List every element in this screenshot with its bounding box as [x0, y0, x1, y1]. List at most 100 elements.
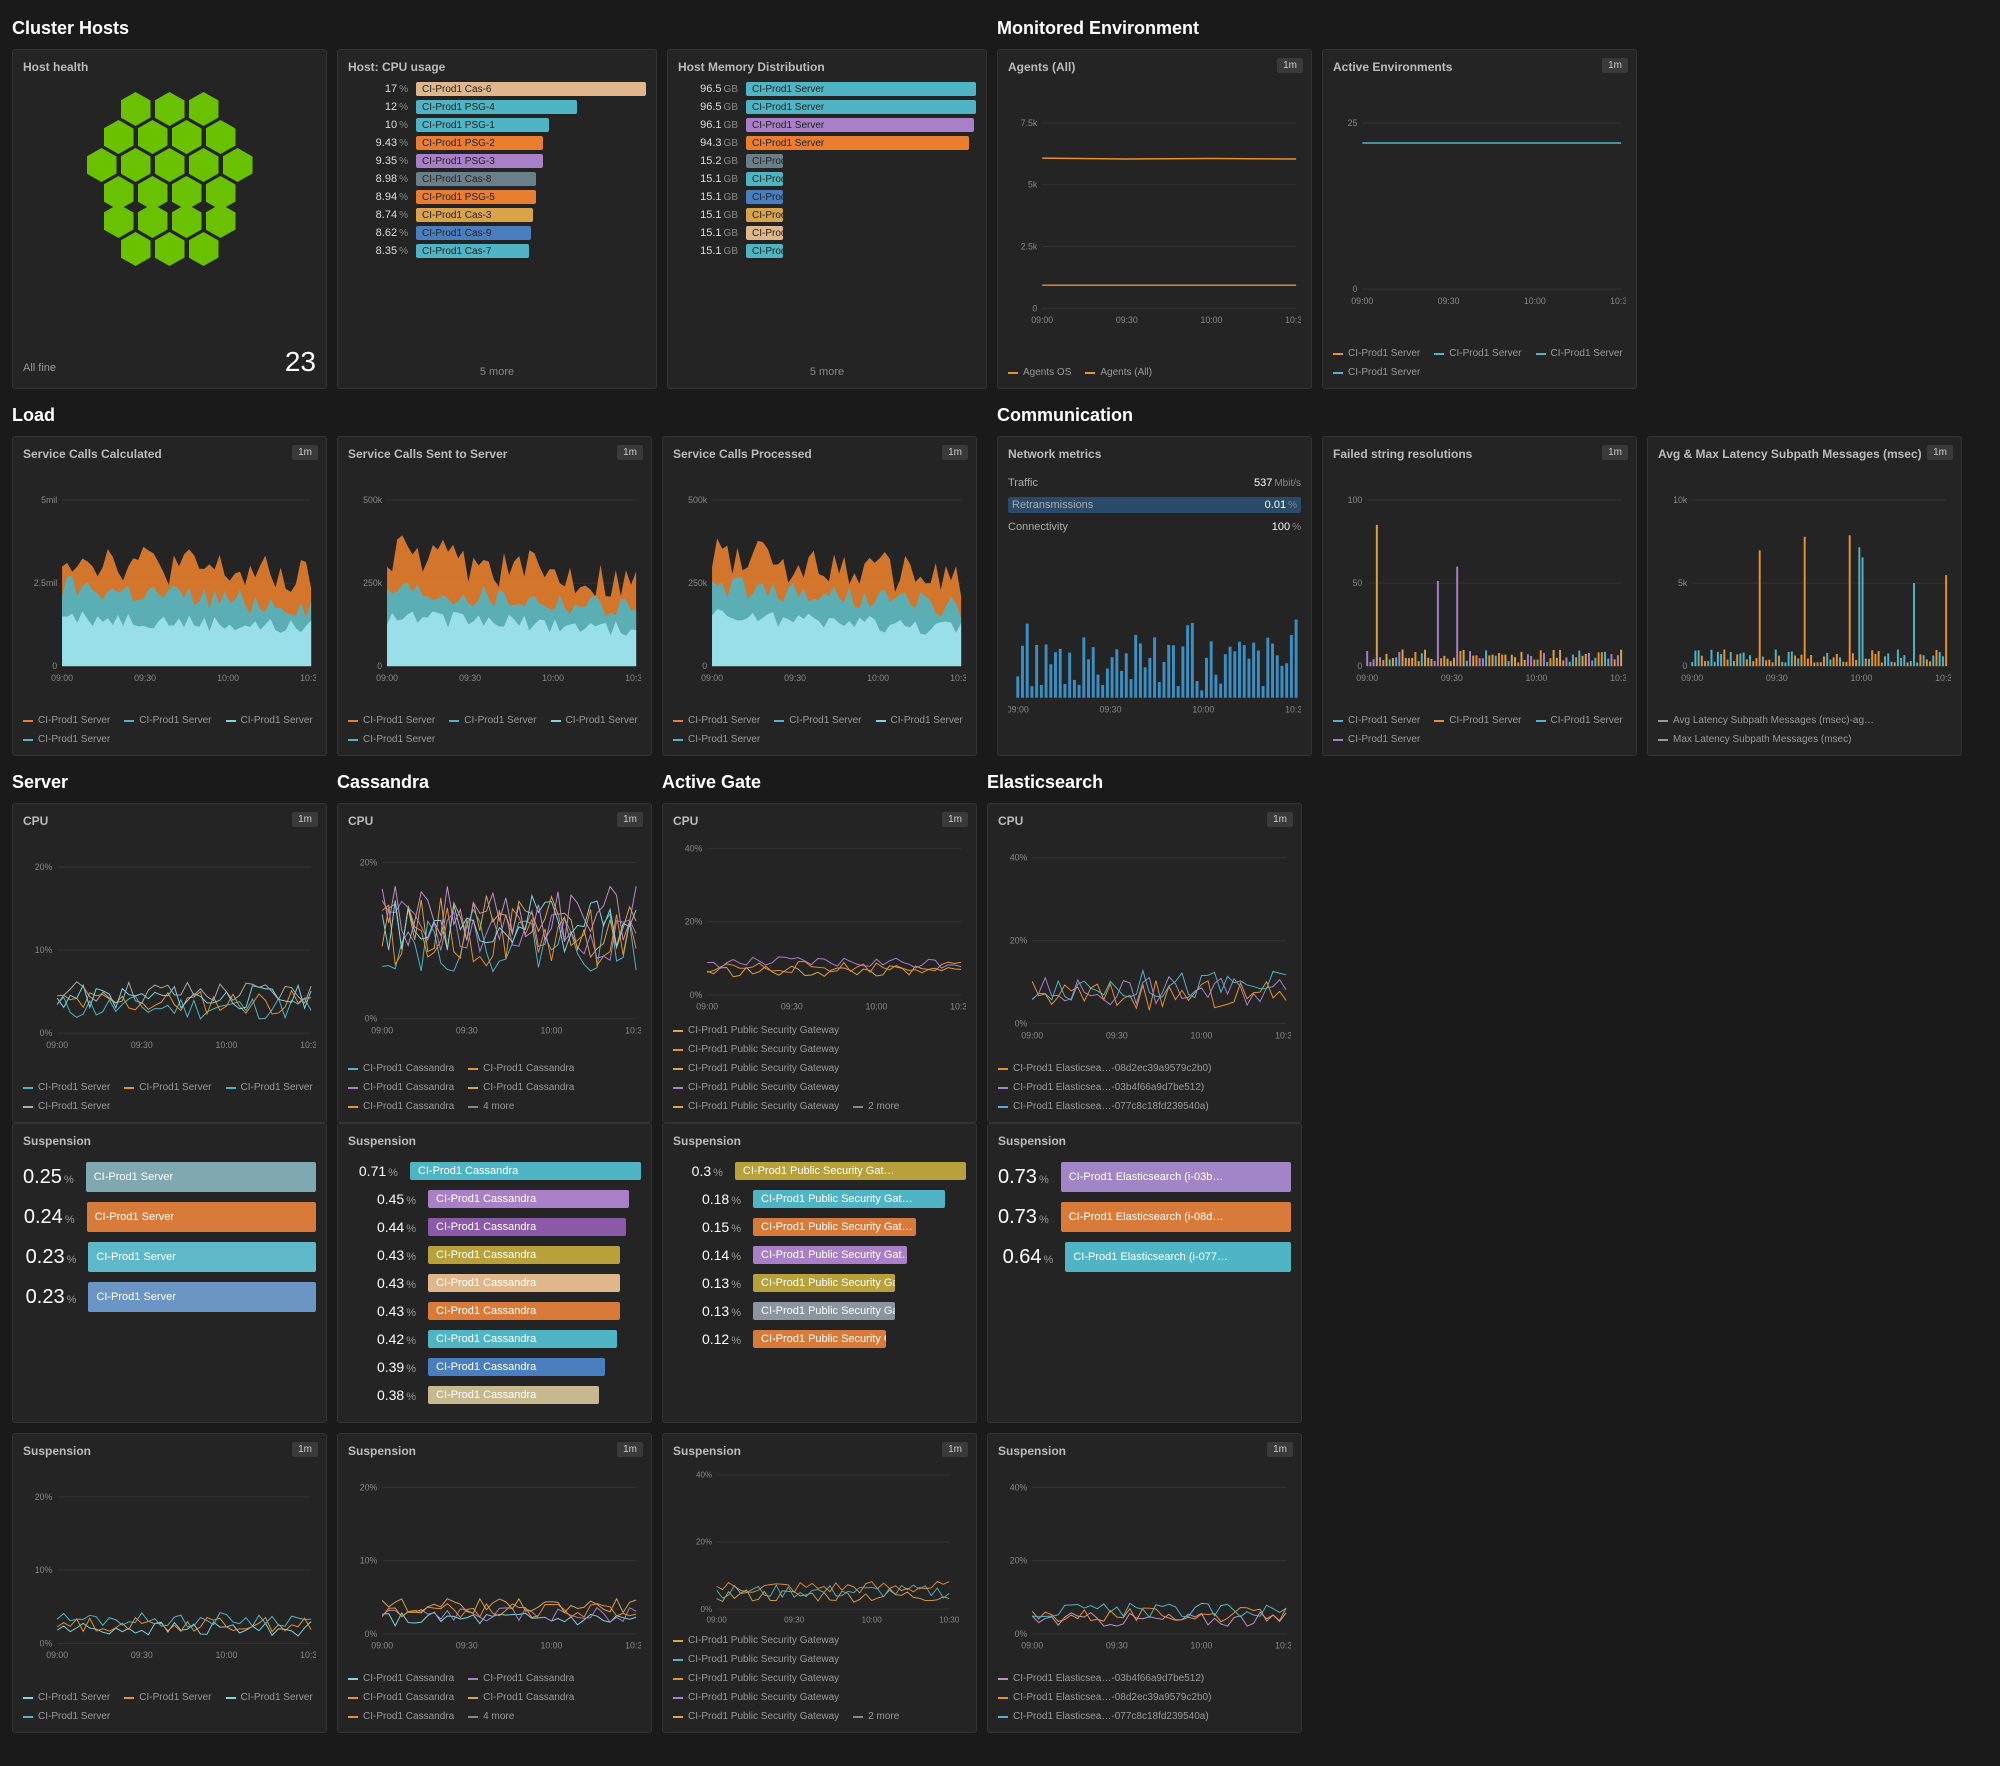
suspension-row[interactable]: 0.24%CI-Prod1 Server	[23, 1202, 316, 1232]
bar-row[interactable]: 94.3GBCI-Prod1 Server	[678, 136, 976, 150]
suspension-row[interactable]: 0.14%CI-Prod1 Public Security Gat…	[673, 1246, 966, 1264]
legend-item[interactable]: Agents OS	[1008, 367, 1071, 378]
panel-cassandra-suspension[interactable]: Suspension 0.71%CI-Prod1 Cassandra0.45%C…	[337, 1123, 652, 1423]
legend-item[interactable]: CI-Prod1 Cassandra	[468, 1673, 574, 1684]
bar-row[interactable]: 17%CI-Prod1 Cas-6	[348, 82, 646, 96]
legend-item[interactable]: CI-Prod1 Public Security Gateway	[673, 1692, 839, 1703]
suspension-row[interactable]: 0.23%CI-Prod1 Server	[23, 1242, 316, 1272]
suspension-row[interactable]: 0.71%CI-Prod1 Cassandra	[348, 1162, 641, 1180]
legend-more[interactable]: 4 more	[468, 1711, 514, 1722]
bar-row[interactable]: 8.35%CI-Prod1 Cas-7	[348, 244, 646, 258]
legend-item[interactable]: CI-Prod1 Server	[1333, 367, 1420, 378]
legend-item[interactable]: CI-Prod1 Public Security Gateway	[673, 1063, 839, 1074]
time-badge[interactable]: 1m	[1602, 58, 1628, 73]
suspension-row[interactable]: 0.12%CI-Prod1 Public Security Gat…	[673, 1330, 966, 1348]
panel-load[interactable]: 1mService Calls Sent to Server0250k500k0…	[337, 436, 652, 756]
legend-item[interactable]: CI-Prod1 Public Security Gateway	[673, 1101, 839, 1112]
legend-item[interactable]: CI-Prod1 Server	[1333, 348, 1420, 359]
panel-load[interactable]: 1mService Calls Processed0250k500k09:000…	[662, 436, 977, 756]
panel-suspension-chart[interactable]: 1mSuspension0%20%40%09:0009:3010:0010:30…	[662, 1433, 977, 1733]
suspension-row[interactable]: 0.15%CI-Prod1 Public Security Gat…	[673, 1218, 966, 1236]
legend-item[interactable]: CI-Prod1 Server	[876, 715, 963, 726]
legend-item[interactable]: CI-Prod1 Server	[23, 715, 110, 726]
legend-item[interactable]: CI-Prod1 Server	[1434, 348, 1521, 359]
suspension-row[interactable]: 0.23%CI-Prod1 Server	[23, 1282, 316, 1312]
panel-active-env[interactable]: 1m Active Environments 02509:0009:3010:0…	[1322, 49, 1637, 389]
legend-item[interactable]: CI-Prod1 Cassandra	[468, 1082, 574, 1093]
bar-row[interactable]: 12%CI-Prod1 PSG-4	[348, 100, 646, 114]
legend-item[interactable]: CI-Prod1 Elasticsea…-08d2ec39a9579c2b0)	[998, 1063, 1211, 1074]
metric-row[interactable]: Retransmissions0.01%	[1008, 497, 1301, 513]
time-badge[interactable]: 1m	[942, 1442, 968, 1457]
suspension-row[interactable]: 0.43%CI-Prod1 Cassandra	[348, 1302, 641, 1320]
legend-item[interactable]: CI-Prod1 Elasticsea…-077c8c18fd239540a)	[998, 1711, 1209, 1722]
legend-item[interactable]: CI-Prod1 Public Security Gateway	[673, 1711, 839, 1722]
time-badge[interactable]: 1m	[1267, 812, 1293, 827]
suspension-row[interactable]: 0.43%CI-Prod1 Cassandra	[348, 1246, 641, 1264]
bar-row[interactable]: 9.43%CI-Prod1 PSG-2	[348, 136, 646, 150]
legend-item[interactable]: CI-Prod1 Server	[1333, 715, 1420, 726]
legend-item[interactable]: CI-Prod1 Server	[23, 1692, 110, 1703]
panel-es-cpu[interactable]: 1m CPU 0%20%40%09:0009:3010:0010:30 CI-P…	[987, 803, 1302, 1123]
suspension-row[interactable]: 0.64%CI-Prod1 Elasticsearch (i-077…	[998, 1242, 1291, 1272]
panel-server-cpu[interactable]: 1m CPU 0%10%20%09:0009:3010:0010:30 CI-P…	[12, 803, 327, 1123]
panel-suspension-chart[interactable]: 1mSuspension0%10%20%09:0009:3010:0010:30…	[337, 1433, 652, 1733]
legend-item[interactable]: CI-Prod1 Public Security Gateway	[673, 1082, 839, 1093]
legend-item[interactable]: CI-Prod1 Elasticsea…-08d2ec39a9579c2b0)	[998, 1692, 1211, 1703]
legend-item[interactable]: CI-Prod1 Server	[449, 715, 536, 726]
legend-item[interactable]: CI-Prod1 Server	[348, 734, 435, 745]
bar-row[interactable]: 15.2GBCI-Prod1 Cassandra	[678, 154, 976, 168]
suspension-row[interactable]: 0.39%CI-Prod1 Cassandra	[348, 1358, 641, 1376]
bar-row[interactable]: 15.1GBCI-Prod1 Cassandra	[678, 226, 976, 240]
time-badge[interactable]: 1m	[292, 1442, 318, 1457]
legend-item[interactable]: CI-Prod1 Server	[23, 734, 110, 745]
legend-item[interactable]: CI-Prod1 Cassandra	[468, 1063, 574, 1074]
time-badge[interactable]: 1m	[942, 445, 968, 460]
more-link[interactable]: 5 more	[678, 366, 976, 378]
panel-mem-dist[interactable]: Host Memory Distribution 96.5GBCI-Prod1 …	[667, 49, 987, 389]
suspension-row[interactable]: 0.13%CI-Prod1 Public Security Gat…	[673, 1274, 966, 1292]
legend-item[interactable]: CI-Prod1 Server	[226, 715, 313, 726]
legend-item[interactable]: CI-Prod1 Cassandra	[348, 1673, 454, 1684]
panel-cassandra-cpu[interactable]: 1m CPU 0%20%09:0009:3010:0010:30 CI-Prod…	[337, 803, 652, 1123]
panel-ag-cpu[interactable]: 1m CPU 0%20%40%09:0009:3010:0010:30 CI-P…	[662, 803, 977, 1123]
legend-item[interactable]: CI-Prod1 Cassandra	[348, 1692, 454, 1703]
host-hex[interactable]	[121, 232, 151, 266]
bar-row[interactable]: 8.94%CI-Prod1 PSG-5	[348, 190, 646, 204]
metric-row[interactable]: Traffic537Mbit/s	[1008, 477, 1301, 489]
legend-item[interactable]: CI-Prod1 Cassandra	[348, 1101, 454, 1112]
panel-host-health[interactable]: Host health All fine 23	[12, 49, 327, 389]
time-badge[interactable]: 1m	[1602, 445, 1628, 460]
panel-latency[interactable]: 1m Avg & Max Latency Subpath Messages (m…	[1647, 436, 1962, 756]
suspension-row[interactable]: 0.25%CI-Prod1 Server	[23, 1162, 316, 1192]
bar-row[interactable]: 15.1GBCI-Prod1 Cassandra	[678, 190, 976, 204]
time-badge[interactable]: 1m	[1927, 445, 1953, 460]
more-link[interactable]: 5 more	[348, 366, 646, 378]
host-hex[interactable]	[189, 232, 219, 266]
bar-row[interactable]: 15.1GBCI-Prod1 Cassandra	[678, 208, 976, 222]
legend-more[interactable]: 4 more	[468, 1101, 514, 1112]
legend-more[interactable]: 2 more	[853, 1101, 899, 1112]
legend-item[interactable]: CI-Prod1 Public Security Gateway	[673, 1025, 839, 1036]
suspension-row[interactable]: 0.3%CI-Prod1 Public Security Gat…	[673, 1162, 966, 1180]
suspension-row[interactable]: 0.38%CI-Prod1 Cassandra	[348, 1386, 641, 1404]
legend-item[interactable]: CI-Prod1 Server	[1536, 348, 1623, 359]
time-badge[interactable]: 1m	[617, 445, 643, 460]
bar-row[interactable]: 96.5GBCI-Prod1 Server	[678, 82, 976, 96]
suspension-row[interactable]: 0.13%CI-Prod1 Public Security Gat…	[673, 1302, 966, 1320]
legend-item[interactable]: CI-Prod1 Server	[348, 715, 435, 726]
legend-item[interactable]: CI-Prod1 Cassandra	[348, 1711, 454, 1722]
legend-item[interactable]: CI-Prod1 Public Security Gateway	[673, 1673, 839, 1684]
panel-server-suspension[interactable]: Suspension 0.25%CI-Prod1 Server0.24%CI-P…	[12, 1123, 327, 1423]
suspension-row[interactable]: 0.73%CI-Prod1 Elasticsearch (i-08d…	[998, 1202, 1291, 1232]
panel-suspension-chart[interactable]: 1mSuspension0%20%40%09:0009:3010:0010:30…	[987, 1433, 1302, 1733]
legend-item[interactable]: CI-Prod1 Server	[124, 715, 211, 726]
suspension-row[interactable]: 0.43%CI-Prod1 Cassandra	[348, 1274, 641, 1292]
legend-item[interactable]: CI-Prod1 Server	[23, 1082, 110, 1093]
legend-item[interactable]: CI-Prod1 Server	[226, 1082, 313, 1093]
legend-item[interactable]: CI-Prod1 Server	[673, 734, 760, 745]
legend-item[interactable]: CI-Prod1 Public Security Gateway	[673, 1635, 839, 1646]
legend-item[interactable]: CI-Prod1 Public Security Gateway	[673, 1654, 839, 1665]
legend-item[interactable]: CI-Prod1 Server	[1333, 734, 1420, 745]
legend-item[interactable]: CI-Prod1 Elasticsea…-03b4f66a9d7be512)	[998, 1082, 1204, 1093]
